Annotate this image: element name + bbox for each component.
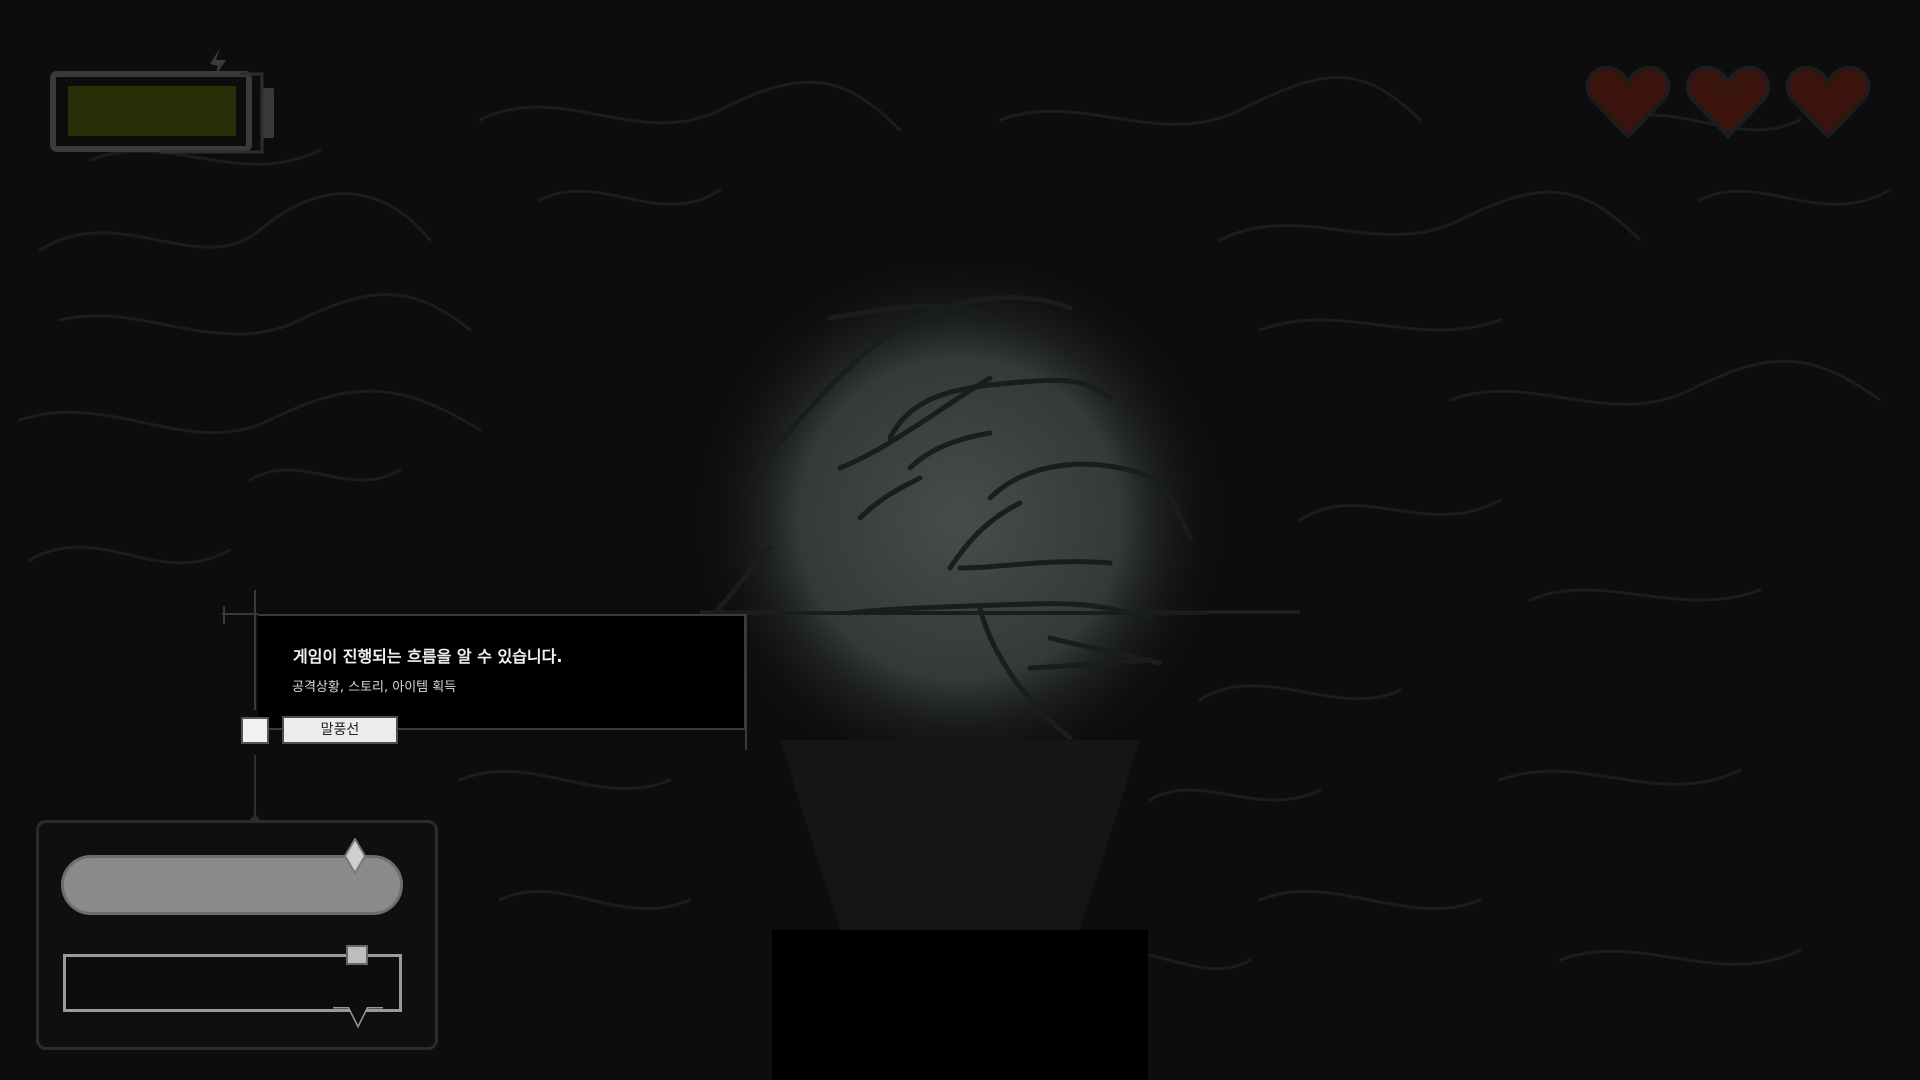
pedestal: [772, 930, 1148, 1080]
heart-icon: [1585, 65, 1671, 139]
battery-indicator: [50, 48, 274, 154]
crystal-orb: [692, 268, 1228, 798]
tutorial-subtitle: 공격상황, 스토리, 아이템 획득: [292, 680, 457, 695]
tutorial-callout: [258, 614, 746, 730]
callout-connector: [249, 755, 261, 828]
slider-handle[interactable]: [343, 838, 367, 874]
heart-icon: [1685, 65, 1771, 139]
tutorial-title: 게임이 진행되는 흐름을 알 수 있습니다.: [293, 647, 563, 666]
heart-icon: [1785, 65, 1871, 139]
speech-bubble-tag[interactable]: 말풍선: [282, 716, 398, 744]
text-field-handle[interactable]: [346, 945, 368, 965]
lives-display: [1585, 60, 1875, 146]
speech-bubble-tail: [333, 1007, 383, 1029]
game-screen: 게임이 진행되는 흐름을 알 수 있습니다. 공격상황, 스토리, 아이템 획득…: [0, 0, 1920, 1080]
orb-stand: [780, 740, 1140, 930]
